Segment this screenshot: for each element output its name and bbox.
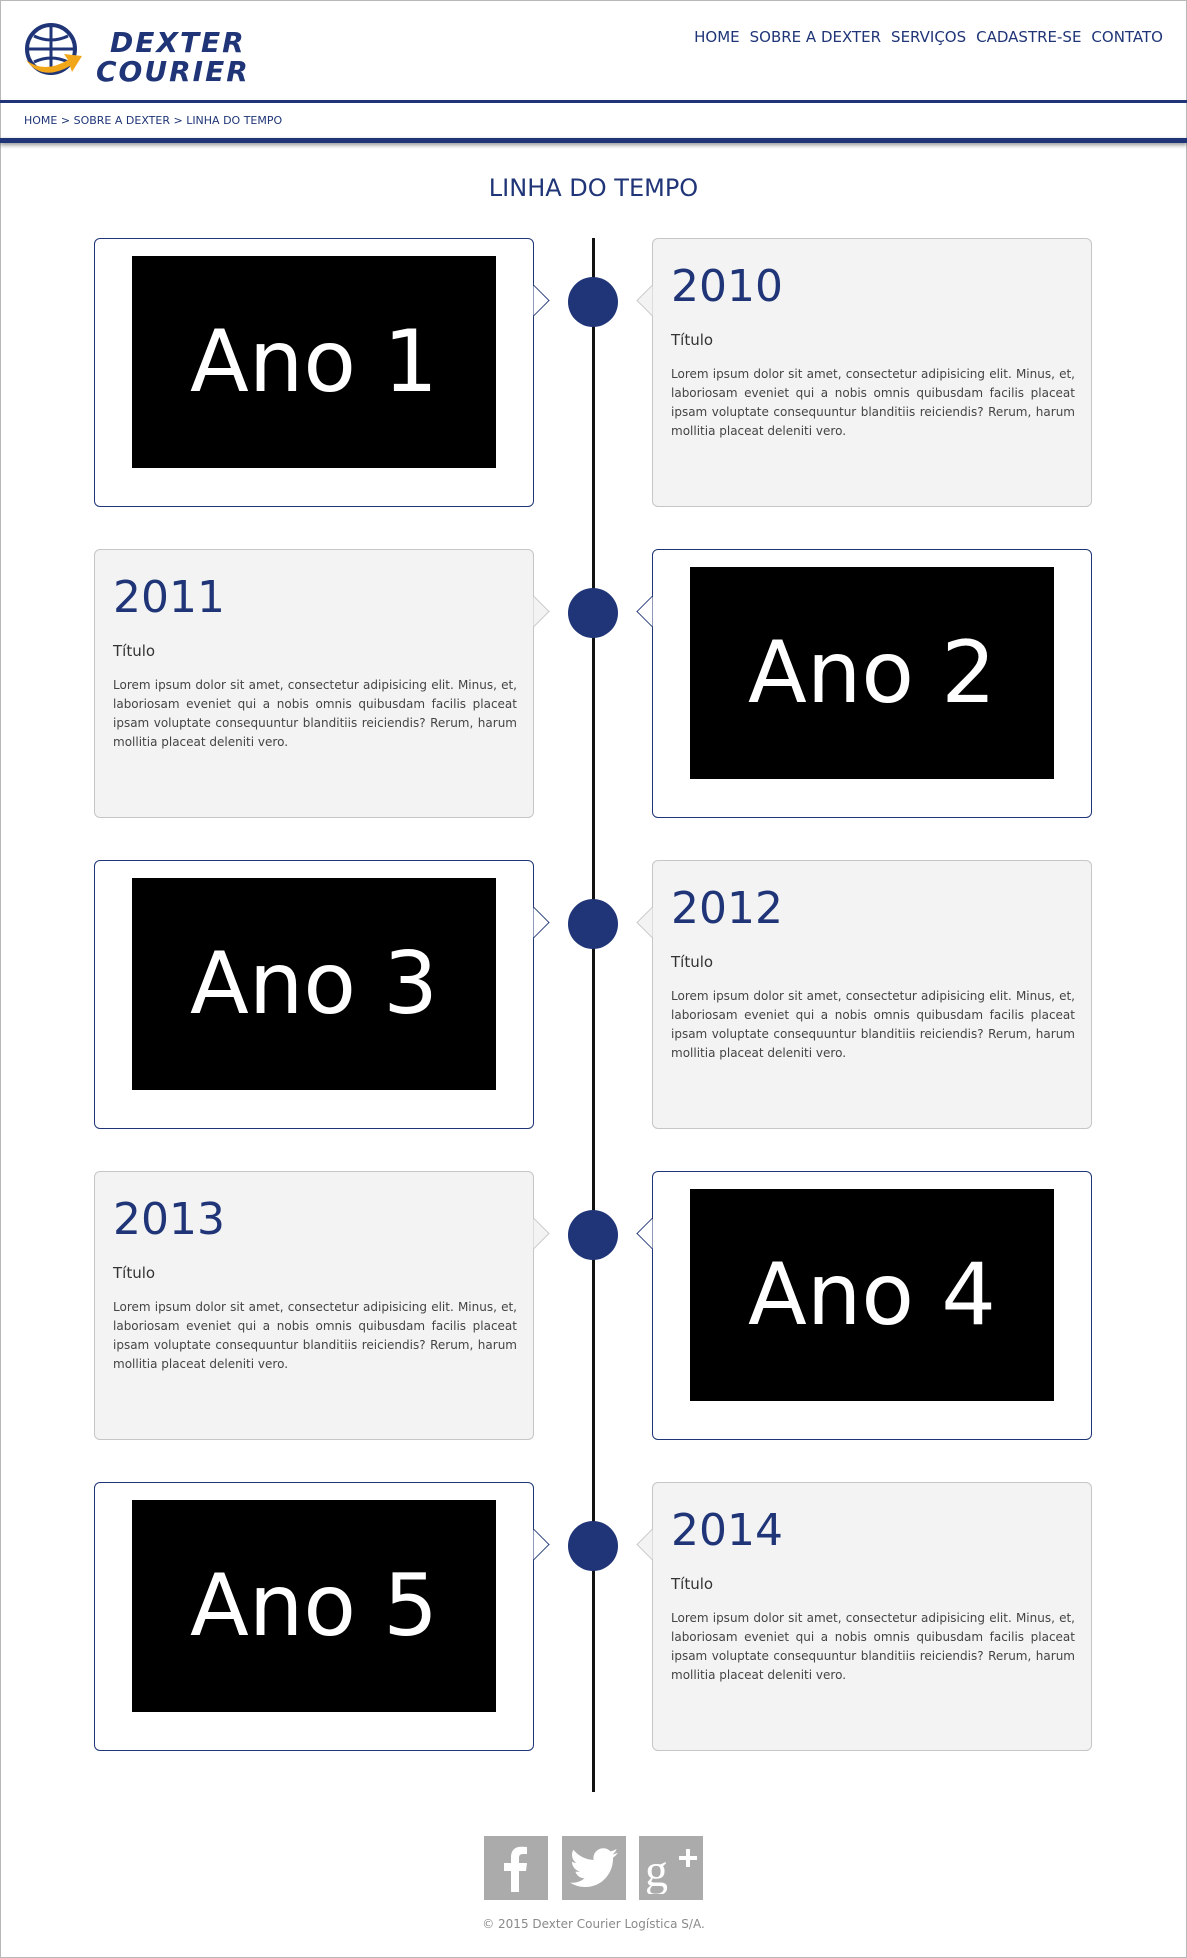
nav-sobre[interactable]: SOBRE A DEXTER xyxy=(750,28,881,46)
timeline-title: Título xyxy=(671,1575,714,1593)
breadcrumb-current: LINHA DO TEMPO xyxy=(186,114,283,127)
logo[interactable]: DEXTER COURIER xyxy=(24,22,284,86)
timeline-text-card: 2014 Título Lorem ipsum dolor sit amet, … xyxy=(652,1482,1092,1751)
google-plus-icon: g xyxy=(645,1845,697,1894)
timeline-image: Ano 1 xyxy=(132,256,496,468)
timeline-image-card: Ano 2 xyxy=(652,549,1092,818)
timeline-image-card: Ano 4 xyxy=(652,1171,1092,1440)
timeline-dot xyxy=(568,588,618,638)
timeline-year: 2011 xyxy=(113,572,225,623)
timeline-year: 2010 xyxy=(671,261,783,312)
breadcrumb: HOME > SOBRE A DEXTER > LINHA DO TEMPO xyxy=(24,114,282,127)
timeline-text-card: 2011 Título Lorem ipsum dolor sit amet, … xyxy=(94,549,534,818)
timeline-image-card: Ano 1 xyxy=(94,238,534,507)
breadcrumb-about[interactable]: SOBRE A DEXTER xyxy=(74,114,170,127)
timeline-image-card: Ano 3 xyxy=(94,860,534,1129)
logo-line-2: COURIER xyxy=(96,55,250,88)
facebook-button[interactable] xyxy=(484,1836,548,1900)
timeline-image: Ano 3 xyxy=(132,878,496,1090)
timeline-image: Ano 4 xyxy=(690,1189,1054,1401)
timeline-year: 2012 xyxy=(671,883,783,934)
timeline-year: 2013 xyxy=(113,1194,225,1245)
nav-cadastre[interactable]: CADASTRE-SE xyxy=(976,28,1081,46)
google-plus-button[interactable]: g xyxy=(639,1836,703,1900)
copyright: © 2015 Dexter Courier Logística S/A. xyxy=(482,1917,705,1931)
breadcrumb-sep: > xyxy=(169,114,187,127)
breadcrumb-sep: > xyxy=(57,114,74,127)
header-divider xyxy=(0,100,1187,103)
timeline-image-card: Ano 5 xyxy=(94,1482,534,1751)
nav-servicos[interactable]: SERVIÇOS xyxy=(891,28,966,46)
timeline-dot xyxy=(568,899,618,949)
timeline-dot xyxy=(568,1210,618,1260)
nav-home[interactable]: HOME xyxy=(694,28,740,46)
timeline-body: Lorem ipsum dolor sit amet, consectetur … xyxy=(113,1300,517,1371)
page-title: LINHA DO TEMPO xyxy=(488,174,699,202)
timeline-body: Lorem ipsum dolor sit amet, consectetur … xyxy=(671,367,1075,438)
svg-text:g: g xyxy=(645,1845,668,1894)
main-nav: HOME SOBRE A DEXTER SERVIÇOS CADASTRE-SE… xyxy=(694,28,1163,46)
facebook-icon xyxy=(504,1846,527,1892)
globe-logo-icon xyxy=(25,23,82,75)
timeline-text-card: 2013 Título Lorem ipsum dolor sit amet, … xyxy=(94,1171,534,1440)
timeline-text-card: 2010 Título Lorem ipsum dolor sit amet, … xyxy=(652,238,1092,507)
breadcrumb-divider xyxy=(0,138,1187,143)
logo-line-1: DEXTER xyxy=(110,26,246,59)
timeline-image: Ano 5 xyxy=(132,1500,496,1712)
timeline-title: Título xyxy=(113,1264,156,1282)
timeline-dot xyxy=(568,277,618,327)
timeline-title: Título xyxy=(113,642,156,660)
timeline-text-card: 2012 Título Lorem ipsum dolor sit amet, … xyxy=(652,860,1092,1129)
breadcrumb-home[interactable]: HOME xyxy=(24,114,57,127)
timeline-year: 2014 xyxy=(671,1505,783,1556)
nav-contato[interactable]: CONTATO xyxy=(1091,28,1163,46)
timeline-body: Lorem ipsum dolor sit amet, consectetur … xyxy=(113,678,517,749)
timeline-body: Lorem ipsum dolor sit amet, consectetur … xyxy=(671,1611,1075,1682)
timeline-dot xyxy=(568,1521,618,1571)
timeline-title: Título xyxy=(671,331,714,349)
timeline-body: Lorem ipsum dolor sit amet, consectetur … xyxy=(671,989,1075,1060)
logo-text: DEXTER COURIER xyxy=(96,28,250,86)
twitter-button[interactable] xyxy=(562,1836,626,1900)
timeline-image: Ano 2 xyxy=(690,567,1054,779)
timeline-title: Título xyxy=(671,953,714,971)
twitter-icon xyxy=(570,1848,618,1887)
header: DEXTER COURIER HOME SOBRE A DEXTER SERVI… xyxy=(0,0,1187,100)
